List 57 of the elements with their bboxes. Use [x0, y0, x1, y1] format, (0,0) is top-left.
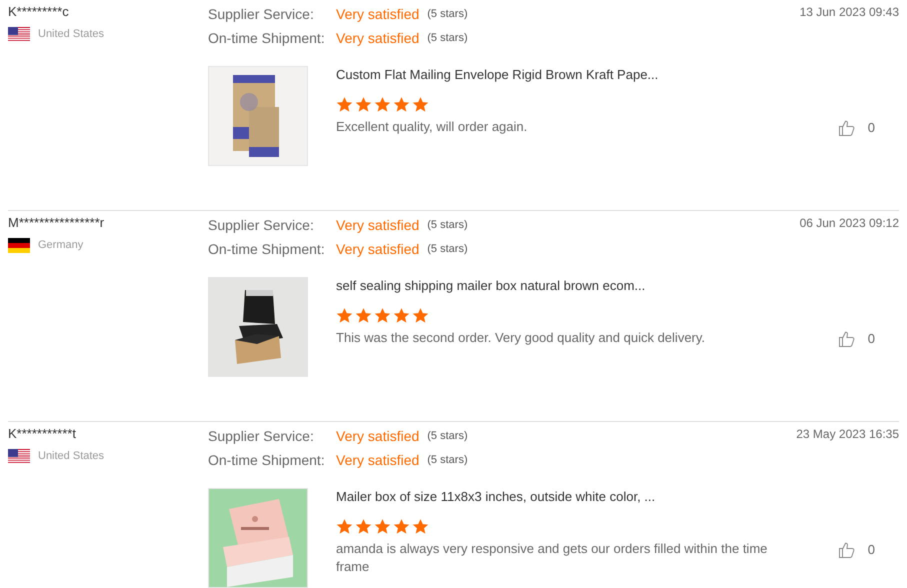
thumbs-up-icon[interactable]	[838, 540, 856, 559]
review-date: 23 May 2023 16:35	[796, 426, 899, 443]
country-label: United States	[38, 27, 104, 42]
star-icon	[355, 307, 372, 324]
country-label: Germany	[38, 238, 84, 253]
star-icon	[412, 96, 429, 113]
rating-label: Supplier Service:	[208, 426, 315, 446]
review-date: 13 Jun 2023 09:43	[800, 4, 899, 21]
reviewer-name: K***********t	[8, 425, 77, 443]
like-count: 0	[868, 541, 875, 559]
product-title[interactable]: self sealing shipping mailer box natural brown ecom...	[336, 278, 875, 294]
review-comment: Excellent quality, will order again.	[336, 118, 528, 136]
rating-note: (5 stars)	[427, 452, 468, 468]
review-comment: This was the second order. Very good quality and quick delivery.	[336, 329, 706, 347]
star-icon	[393, 518, 410, 535]
rating-note: (5 stars)	[427, 30, 468, 46]
star-icon	[336, 307, 353, 324]
rating-note: (5 stars)	[427, 6, 468, 22]
rating-value: Very satisfied	[336, 450, 420, 470]
rating-note: (5 stars)	[427, 218, 468, 233]
rating-label: Supplier Service:	[208, 216, 315, 235]
star-icon	[412, 518, 429, 535]
reviewer-name: M****************r	[8, 214, 106, 232]
rating-note: (5 stars)	[427, 242, 468, 257]
thumbs-up-icon[interactable]	[838, 330, 856, 348]
reviewer-name: K*********c	[8, 3, 70, 21]
star-icon	[355, 518, 372, 535]
rating-label: On-time Shipment:	[208, 240, 326, 259]
rating-value: Very satisfied	[336, 426, 420, 446]
review-comment: amanda is always very responsive and gets our orders filled within the time frame	[336, 540, 768, 576]
rating-note: (5 stars)	[427, 428, 468, 444]
rating-value: Very satisfied	[336, 28, 420, 48]
star-icon	[374, 518, 391, 535]
flag-icon	[8, 238, 30, 253]
star-icon	[374, 307, 391, 324]
country-label: United States	[38, 449, 104, 464]
product-title[interactable]: Custom Flat Mailing Envelope Rigid Brown Kraft Pape...	[336, 67, 875, 83]
star-icon	[336, 96, 353, 113]
rating-value: Very satisfied	[336, 4, 420, 24]
flag-icon	[8, 26, 30, 42]
star-icon	[336, 518, 353, 535]
rating-value: Very satisfied	[336, 240, 420, 259]
product-title[interactable]: Mailer box of size 11x8x3 inches, outside white color, ...	[336, 489, 875, 505]
review-date: 06 Jun 2023 09:12	[800, 215, 899, 232]
thumbs-up-icon[interactable]	[838, 118, 856, 137]
like-count: 0	[868, 119, 875, 137]
rating-label: On-time Shipment:	[208, 28, 326, 48]
flag-icon	[8, 448, 30, 464]
star-icon	[393, 96, 410, 113]
rating-value: Very satisfied	[336, 216, 420, 235]
star-icon	[355, 96, 372, 113]
star-icon	[393, 307, 410, 324]
star-icon	[412, 307, 429, 324]
rating-label: Supplier Service:	[208, 4, 315, 24]
rating-label: On-time Shipment:	[208, 450, 326, 470]
like-count: 0	[868, 330, 875, 348]
star-icon	[374, 96, 391, 113]
